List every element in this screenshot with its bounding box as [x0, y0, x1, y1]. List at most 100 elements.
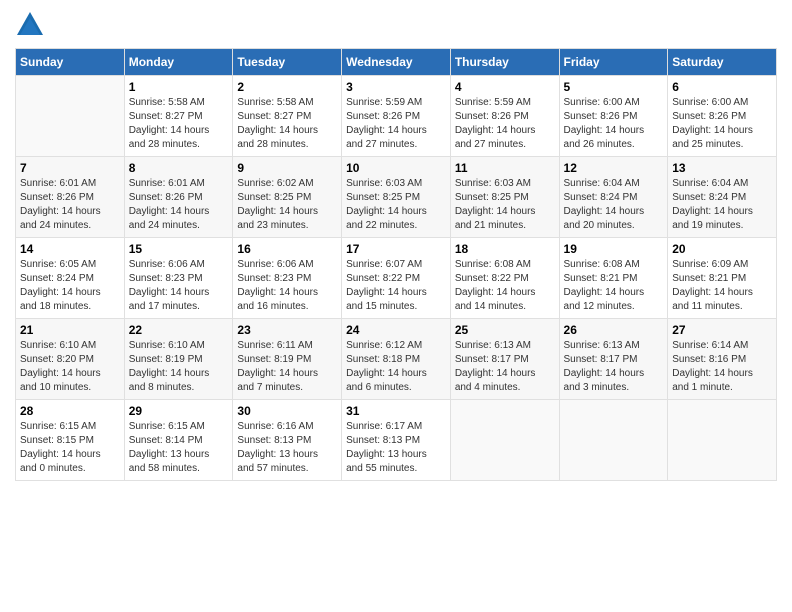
day-info: Sunrise: 6:03 AM Sunset: 8:25 PM Dayligh…: [455, 177, 555, 233]
day-number: 9: [237, 161, 337, 175]
calendar-cell: 2 Sunrise: 5:58 AM Sunset: 8:27 PM Daylig…: [233, 76, 342, 157]
calendar-cell: 5Sunrise: 6:00 AM Sunset: 8:26 PM Daylig…: [559, 76, 668, 157]
page: SundayMondayTuesdayWednesdayThursdayFrid…: [0, 0, 792, 491]
calendar-cell: 18 Sunrise: 6:08 AM Sunset: 8:22 PM Dayli…: [450, 238, 559, 319]
calendar-cell: [450, 400, 559, 481]
day-number: 4: [455, 80, 555, 94]
day-info: Sunrise: 5:59 AM Sunset: 8:26 PM Dayligh…: [455, 96, 555, 152]
day-info: Sunrise: 6:08 AM Sunset: 8:21 PM Dayligh…: [564, 258, 664, 314]
weekday-header-thursday: Thursday: [450, 49, 559, 76]
day-info: Sunrise: 6:09 AM Sunset: 8:21 PM Dayligh…: [672, 258, 772, 314]
day-info: Sunrise: 6:04 AM Sunset: 8:24 PM Dayligh…: [672, 177, 772, 233]
day-number: 31: [346, 404, 446, 418]
calendar-cell: 7Sunrise: 6:01 AM Sunset: 8:26 PM Daylig…: [16, 157, 125, 238]
weekday-header-row: SundayMondayTuesdayWednesdayThursdayFrid…: [16, 49, 777, 76]
day-number: 21: [20, 323, 120, 337]
calendar-cell: 10 Sunrise: 6:03 AM Sunset: 8:25 PM Dayli…: [342, 157, 451, 238]
calendar-cell: 1 Sunrise: 5:58 AM Sunset: 8:27 PM Daylig…: [124, 76, 233, 157]
day-number: 30: [237, 404, 337, 418]
day-info: Sunrise: 6:14 AM Sunset: 8:16 PM Dayligh…: [672, 339, 772, 395]
calendar-cell: 4 Sunrise: 5:59 AM Sunset: 8:26 PM Daylig…: [450, 76, 559, 157]
day-number: 15: [129, 242, 229, 256]
day-number: 22: [129, 323, 229, 337]
day-number: 12: [564, 161, 664, 175]
weekday-header-sunday: Sunday: [16, 49, 125, 76]
calendar-week-2: 7Sunrise: 6:01 AM Sunset: 8:26 PM Daylig…: [16, 157, 777, 238]
calendar-cell: [16, 76, 125, 157]
day-number: 18: [455, 242, 555, 256]
day-info: Sunrise: 6:06 AM Sunset: 8:23 PM Dayligh…: [129, 258, 229, 314]
day-number: 20: [672, 242, 772, 256]
calendar-week-1: 1 Sunrise: 5:58 AM Sunset: 8:27 PM Daylig…: [16, 76, 777, 157]
calendar-cell: 19 Sunrise: 6:08 AM Sunset: 8:21 PM Dayli…: [559, 238, 668, 319]
calendar-cell: 14Sunrise: 6:05 AM Sunset: 8:24 PM Dayli…: [16, 238, 125, 319]
day-info: Sunrise: 6:02 AM Sunset: 8:25 PM Dayligh…: [237, 177, 337, 233]
day-info: Sunrise: 6:15 AM Sunset: 8:14 PM Dayligh…: [129, 420, 229, 476]
day-number: 3: [346, 80, 446, 94]
calendar-cell: 31Sunrise: 6:17 AM Sunset: 8:13 PM Dayli…: [342, 400, 451, 481]
calendar-cell: 12 Sunrise: 6:04 AM Sunset: 8:24 PM Dayli…: [559, 157, 668, 238]
day-info: Sunrise: 6:10 AM Sunset: 8:20 PM Dayligh…: [20, 339, 120, 395]
calendar-cell: 13 Sunrise: 6:04 AM Sunset: 8:24 PM Dayli…: [668, 157, 777, 238]
calendar-cell: 11 Sunrise: 6:03 AM Sunset: 8:25 PM Dayli…: [450, 157, 559, 238]
calendar-cell: 27 Sunrise: 6:14 AM Sunset: 8:16 PM Dayli…: [668, 319, 777, 400]
calendar-cell: 24 Sunrise: 6:12 AM Sunset: 8:18 PM Dayli…: [342, 319, 451, 400]
day-info: Sunrise: 6:00 AM Sunset: 8:26 PM Dayligh…: [564, 96, 664, 152]
day-info: Sunrise: 5:58 AM Sunset: 8:27 PM Dayligh…: [129, 96, 229, 152]
day-number: 24: [346, 323, 446, 337]
day-number: 8: [129, 161, 229, 175]
calendar-cell: 22 Sunrise: 6:10 AM Sunset: 8:19 PM Dayli…: [124, 319, 233, 400]
calendar-week-3: 14Sunrise: 6:05 AM Sunset: 8:24 PM Dayli…: [16, 238, 777, 319]
calendar-cell: 6 Sunrise: 6:00 AM Sunset: 8:26 PM Daylig…: [668, 76, 777, 157]
calendar-cell: [668, 400, 777, 481]
day-info: Sunrise: 6:12 AM Sunset: 8:18 PM Dayligh…: [346, 339, 446, 395]
header: [15, 10, 777, 40]
calendar-cell: 20 Sunrise: 6:09 AM Sunset: 8:21 PM Dayli…: [668, 238, 777, 319]
day-number: 17: [346, 242, 446, 256]
calendar-cell: 28Sunrise: 6:15 AM Sunset: 8:15 PM Dayli…: [16, 400, 125, 481]
calendar-cell: 9 Sunrise: 6:02 AM Sunset: 8:25 PM Daylig…: [233, 157, 342, 238]
day-info: Sunrise: 6:03 AM Sunset: 8:25 PM Dayligh…: [346, 177, 446, 233]
day-info: Sunrise: 6:10 AM Sunset: 8:19 PM Dayligh…: [129, 339, 229, 395]
calendar-cell: [559, 400, 668, 481]
day-info: Sunrise: 6:07 AM Sunset: 8:22 PM Dayligh…: [346, 258, 446, 314]
calendar-cell: 26 Sunrise: 6:13 AM Sunset: 8:17 PM Dayli…: [559, 319, 668, 400]
day-number: 14: [20, 242, 120, 256]
day-number: 27: [672, 323, 772, 337]
calendar-cell: 3 Sunrise: 5:59 AM Sunset: 8:26 PM Daylig…: [342, 76, 451, 157]
day-info: Sunrise: 6:13 AM Sunset: 8:17 PM Dayligh…: [564, 339, 664, 395]
calendar-cell: 30Sunrise: 6:16 AM Sunset: 8:13 PM Dayli…: [233, 400, 342, 481]
day-number: 25: [455, 323, 555, 337]
weekday-header-friday: Friday: [559, 49, 668, 76]
day-info: Sunrise: 6:00 AM Sunset: 8:26 PM Dayligh…: [672, 96, 772, 152]
weekday-header-wednesday: Wednesday: [342, 49, 451, 76]
weekday-header-monday: Monday: [124, 49, 233, 76]
calendar-cell: 17 Sunrise: 6:07 AM Sunset: 8:22 PM Dayli…: [342, 238, 451, 319]
day-number: 10: [346, 161, 446, 175]
day-info: Sunrise: 5:58 AM Sunset: 8:27 PM Dayligh…: [237, 96, 337, 152]
weekday-header-tuesday: Tuesday: [233, 49, 342, 76]
calendar-cell: 21 Sunrise: 6:10 AM Sunset: 8:20 PM Dayli…: [16, 319, 125, 400]
calendar-table: SundayMondayTuesdayWednesdayThursdayFrid…: [15, 48, 777, 481]
day-number: 28: [20, 404, 120, 418]
calendar-cell: 16Sunrise: 6:06 AM Sunset: 8:23 PM Dayli…: [233, 238, 342, 319]
calendar-cell: 23Sunrise: 6:11 AM Sunset: 8:19 PM Dayli…: [233, 319, 342, 400]
calendar-week-5: 28Sunrise: 6:15 AM Sunset: 8:15 PM Dayli…: [16, 400, 777, 481]
day-number: 26: [564, 323, 664, 337]
day-info: Sunrise: 5:59 AM Sunset: 8:26 PM Dayligh…: [346, 96, 446, 152]
day-number: 11: [455, 161, 555, 175]
day-info: Sunrise: 6:13 AM Sunset: 8:17 PM Dayligh…: [455, 339, 555, 395]
calendar-cell: 25 Sunrise: 6:13 AM Sunset: 8:17 PM Dayli…: [450, 319, 559, 400]
calendar-cell: 29Sunrise: 6:15 AM Sunset: 8:14 PM Dayli…: [124, 400, 233, 481]
day-number: 13: [672, 161, 772, 175]
day-info: Sunrise: 6:01 AM Sunset: 8:26 PM Dayligh…: [20, 177, 120, 233]
day-info: Sunrise: 6:04 AM Sunset: 8:24 PM Dayligh…: [564, 177, 664, 233]
day-info: Sunrise: 6:08 AM Sunset: 8:22 PM Dayligh…: [455, 258, 555, 314]
day-number: 19: [564, 242, 664, 256]
day-info: Sunrise: 6:01 AM Sunset: 8:26 PM Dayligh…: [129, 177, 229, 233]
calendar-cell: 8 Sunrise: 6:01 AM Sunset: 8:26 PM Daylig…: [124, 157, 233, 238]
calendar-cell: 15 Sunrise: 6:06 AM Sunset: 8:23 PM Dayli…: [124, 238, 233, 319]
day-number: 6: [672, 80, 772, 94]
day-number: 2: [237, 80, 337, 94]
day-number: 1: [129, 80, 229, 94]
